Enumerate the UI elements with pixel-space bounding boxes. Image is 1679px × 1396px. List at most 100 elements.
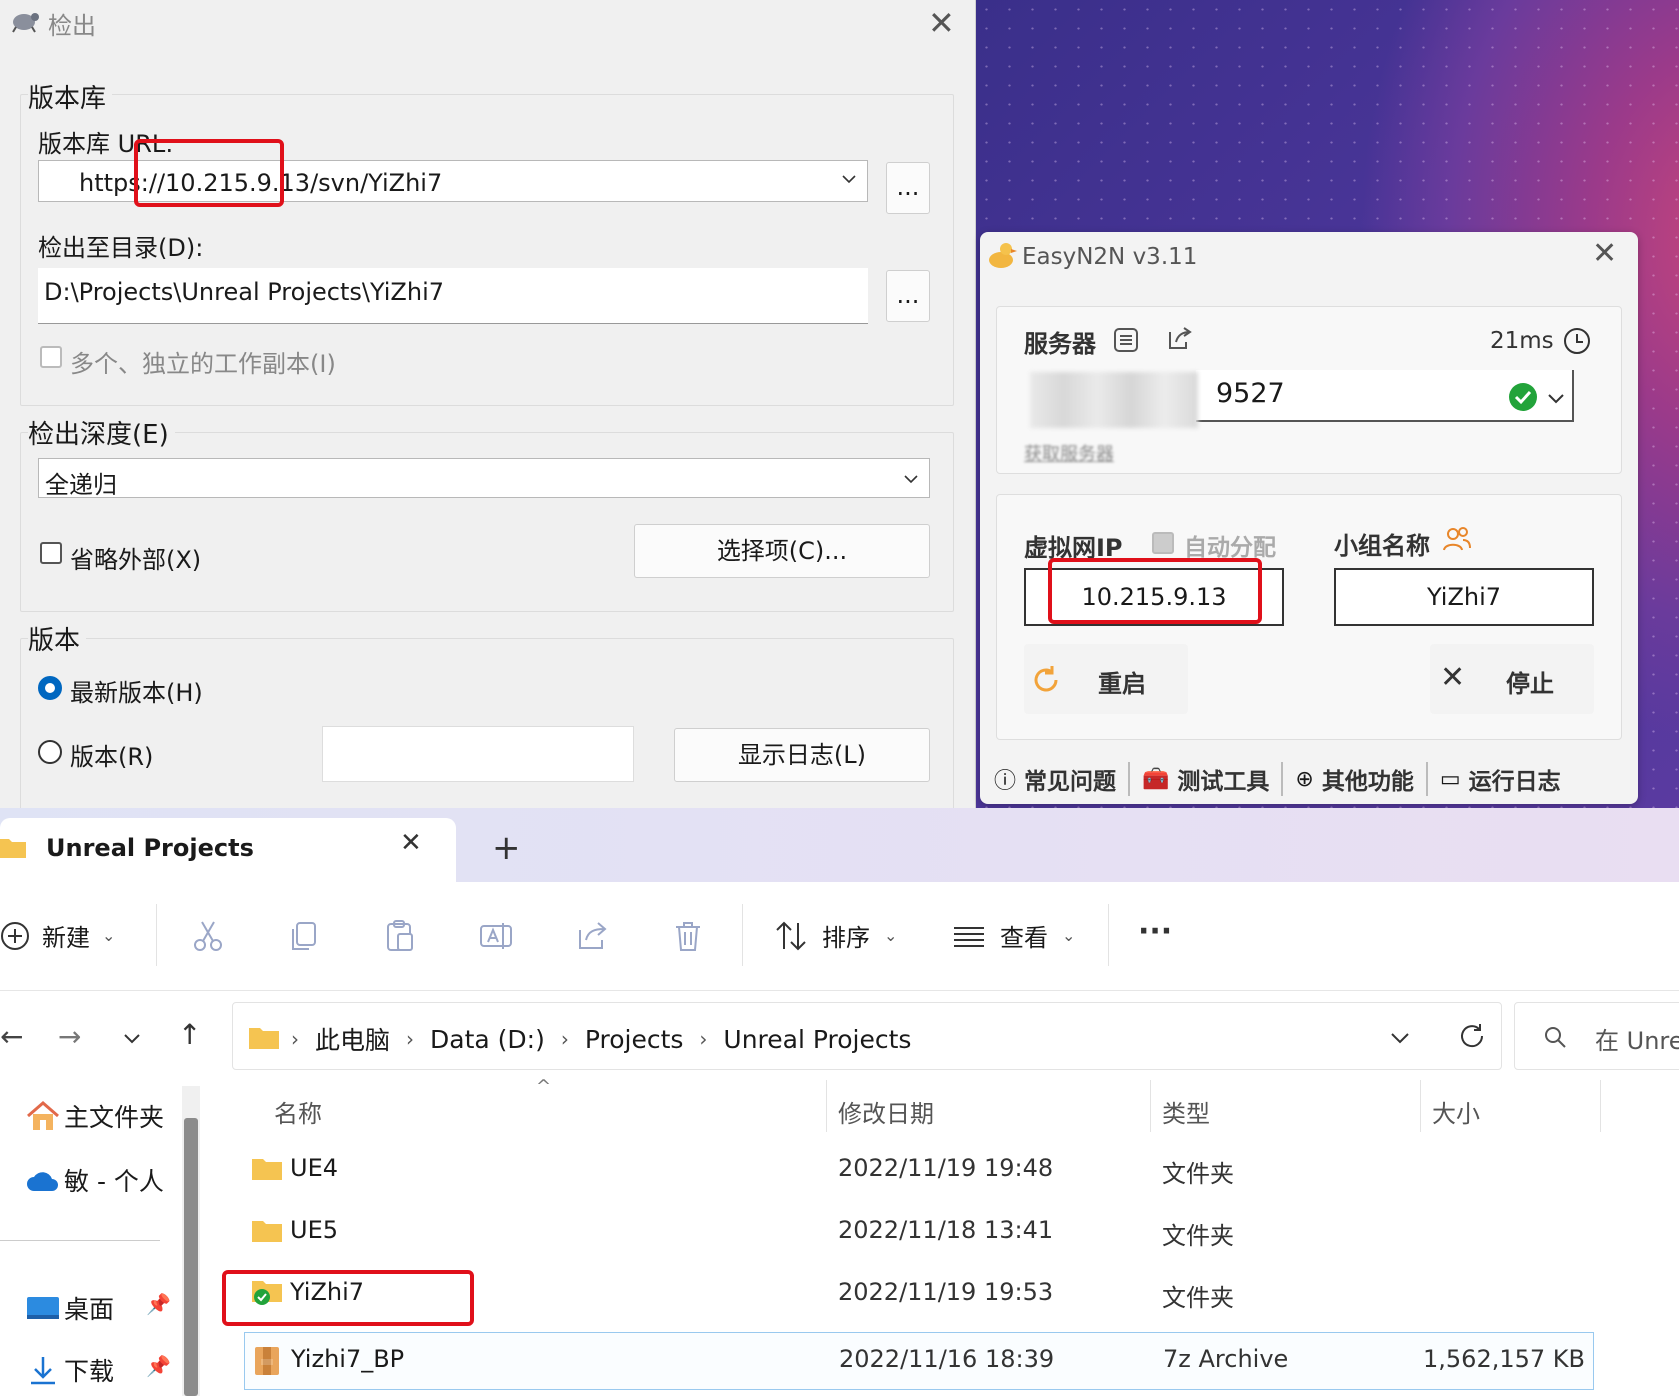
run-log-link[interactable]: ▭ 运行日志 (1428, 762, 1561, 796)
nav-downloads-label: 下载 (64, 1357, 115, 1386)
group-name-field[interactable]: YiZhi7 (1334, 568, 1594, 626)
run-log-label: 运行日志 (1468, 769, 1561, 795)
auto-assign-label: 自动分配 (1184, 535, 1276, 561)
column-separator[interactable] (826, 1080, 827, 1132)
address-history-chevron-icon[interactable] (1389, 1027, 1411, 1049)
nav-divider (0, 1240, 160, 1241)
revision-radio[interactable] (38, 740, 62, 764)
browse-dir-button[interactable]: ... (886, 270, 930, 322)
up-button[interactable]: ↑ (178, 1018, 201, 1051)
auto-assign-checkbox[interactable] (1152, 532, 1174, 554)
faq-link[interactable]: ⓘ 常见问题 (994, 762, 1131, 796)
share-icon[interactable] (1164, 324, 1194, 354)
view-button[interactable]: 查看 ⌄ (952, 918, 1075, 953)
pin-icon[interactable]: 📌 (146, 1354, 171, 1378)
breadcrumb: › 此电脑 › Data (D:) › Projects › Unreal Pr… (291, 1021, 911, 1057)
address-bar[interactable]: › 此电脑 › Data (D:) › Projects › Unreal Pr… (232, 1002, 1502, 1070)
column-separator[interactable] (1600, 1080, 1601, 1132)
new-label: 新建 (42, 924, 90, 952)
group-users-icon (1443, 527, 1471, 551)
chevron-down-icon[interactable] (1546, 388, 1566, 408)
refresh-icon (1034, 666, 1058, 692)
breadcrumb-chevron-icon: › (699, 1027, 708, 1051)
redacted-server-address (1030, 372, 1198, 428)
nav-item-desktop[interactable]: 桌面 (26, 1290, 114, 1326)
get-server-link[interactable]: 获取服务器 (1024, 440, 1114, 466)
chevron-down-icon[interactable] (841, 171, 857, 187)
tab-unreal-projects[interactable]: Unreal Projects ✕ (0, 818, 456, 882)
chevron-down-icon: ⌄ (1062, 926, 1076, 945)
breadcrumb-chevron-icon: › (406, 1027, 415, 1051)
nav-scrollbar-thumb[interactable] (184, 1118, 198, 1396)
search-box[interactable]: 在 Unre (1514, 1002, 1679, 1070)
n2n-footer: ⓘ 常见问题 🧰 测试工具 ⊕ 其他功能 ▭ 运行日志 (994, 756, 1624, 802)
revision-input[interactable] (322, 726, 634, 782)
folder-icon (252, 1221, 282, 1242)
table-row[interactable]: Yizhi7_BP 2022/11/16 18:39 7z Archive 1,… (244, 1332, 1594, 1390)
head-revision-radio[interactable] (38, 676, 62, 700)
row-date: 2022/11/18 13:41 (838, 1216, 1054, 1244)
breadcrumb-chevron-icon: › (560, 1027, 569, 1051)
recent-chevron-icon[interactable] (122, 1028, 142, 1048)
terminal-icon: ▭ (1439, 766, 1461, 792)
forward-button[interactable]: → (58, 1020, 81, 1053)
other-functions-label: 其他功能 (1321, 769, 1414, 795)
test-tools-link[interactable]: 🧰 测试工具 (1130, 762, 1284, 796)
show-log-button[interactable]: 显示日志(L) (674, 728, 930, 782)
depth-value: 全递归 (45, 471, 117, 499)
table-row[interactable]: UE5 2022/11/18 13:41 文件夹 (244, 1204, 1594, 1260)
multi-wc-checkbox[interactable] (40, 346, 62, 368)
revision-label: 版本(R) (70, 743, 154, 771)
column-header-type[interactable]: 类型 (1162, 1094, 1210, 1129)
crumb-this-pc[interactable]: 此电脑 (315, 1021, 390, 1057)
row-name: Yizhi7_BP (291, 1345, 405, 1373)
row-date: 2022/11/19 19:48 (838, 1154, 1054, 1182)
list-icon[interactable] (1112, 326, 1140, 354)
row-size: 1,562,157 KB (1423, 1345, 1585, 1373)
delete-icon[interactable] (670, 918, 706, 954)
nav-item-downloads[interactable]: 下载 (26, 1352, 114, 1388)
sort-ascending-icon: ^ (536, 1076, 552, 1097)
pin-icon[interactable]: 📌 (146, 1292, 171, 1316)
column-separator[interactable] (1420, 1080, 1421, 1132)
back-button[interactable]: ← (0, 1020, 23, 1053)
info-icon: ⓘ (994, 769, 1017, 794)
sort-button[interactable]: 排序 ⌄ (774, 918, 897, 953)
repo-group-label: 版本库 (28, 78, 113, 115)
search-placeholder: 在 Unre (1595, 1027, 1679, 1055)
column-header-date[interactable]: 修改日期 (838, 1094, 934, 1129)
crumb-data-drive[interactable]: Data (D:) (430, 1025, 545, 1054)
share-icon[interactable] (574, 918, 610, 954)
depth-combobox[interactable]: 全递归 (38, 458, 930, 499)
close-button[interactable]: ✕ (928, 4, 955, 42)
column-header-size[interactable]: 大小 (1432, 1094, 1480, 1129)
folder-icon (0, 839, 26, 858)
cut-icon[interactable] (190, 918, 226, 954)
more-options-button[interactable]: ··· (1138, 914, 1172, 949)
tab-close-button[interactable]: ✕ (400, 828, 422, 858)
crumb-unreal-projects[interactable]: Unreal Projects (723, 1025, 911, 1054)
highlight-ip-box (134, 139, 284, 207)
dialog-title: 检出 (48, 12, 96, 40)
table-row[interactable]: UE4 2022/11/19 19:48 文件夹 (244, 1142, 1594, 1198)
browse-repo-button[interactable]: ... (886, 162, 930, 214)
refresh-icon[interactable] (1457, 1021, 1487, 1051)
nav-item-home[interactable]: 主文件夹 (26, 1098, 164, 1134)
nav-home-label: 主文件夹 (64, 1103, 165, 1132)
paste-icon[interactable] (382, 918, 418, 954)
copy-icon[interactable] (286, 918, 322, 954)
toolbar-separator (742, 904, 743, 966)
other-functions-link[interactable]: ⊕ 其他功能 (1283, 762, 1428, 796)
new-tab-button[interactable]: + (492, 828, 521, 868)
crumb-projects[interactable]: Projects (585, 1025, 684, 1054)
nav-item-onedrive[interactable]: 敏 - 个人 (26, 1162, 164, 1198)
column-separator[interactable] (1150, 1080, 1151, 1132)
options-button[interactable]: 选择项(C)... (634, 524, 930, 578)
n2n-close-button[interactable]: ✕ (1592, 236, 1617, 271)
new-button[interactable]: 新建 ⌄ (0, 918, 115, 953)
chevron-down-icon[interactable] (903, 471, 919, 487)
checkout-dir-input[interactable]: D:\Projects\Unreal Projects\YiZhi7 (38, 268, 868, 324)
rename-icon[interactable] (478, 918, 514, 954)
omit-externals-checkbox[interactable] (40, 542, 62, 564)
column-header-name[interactable]: 名称 (274, 1094, 322, 1129)
